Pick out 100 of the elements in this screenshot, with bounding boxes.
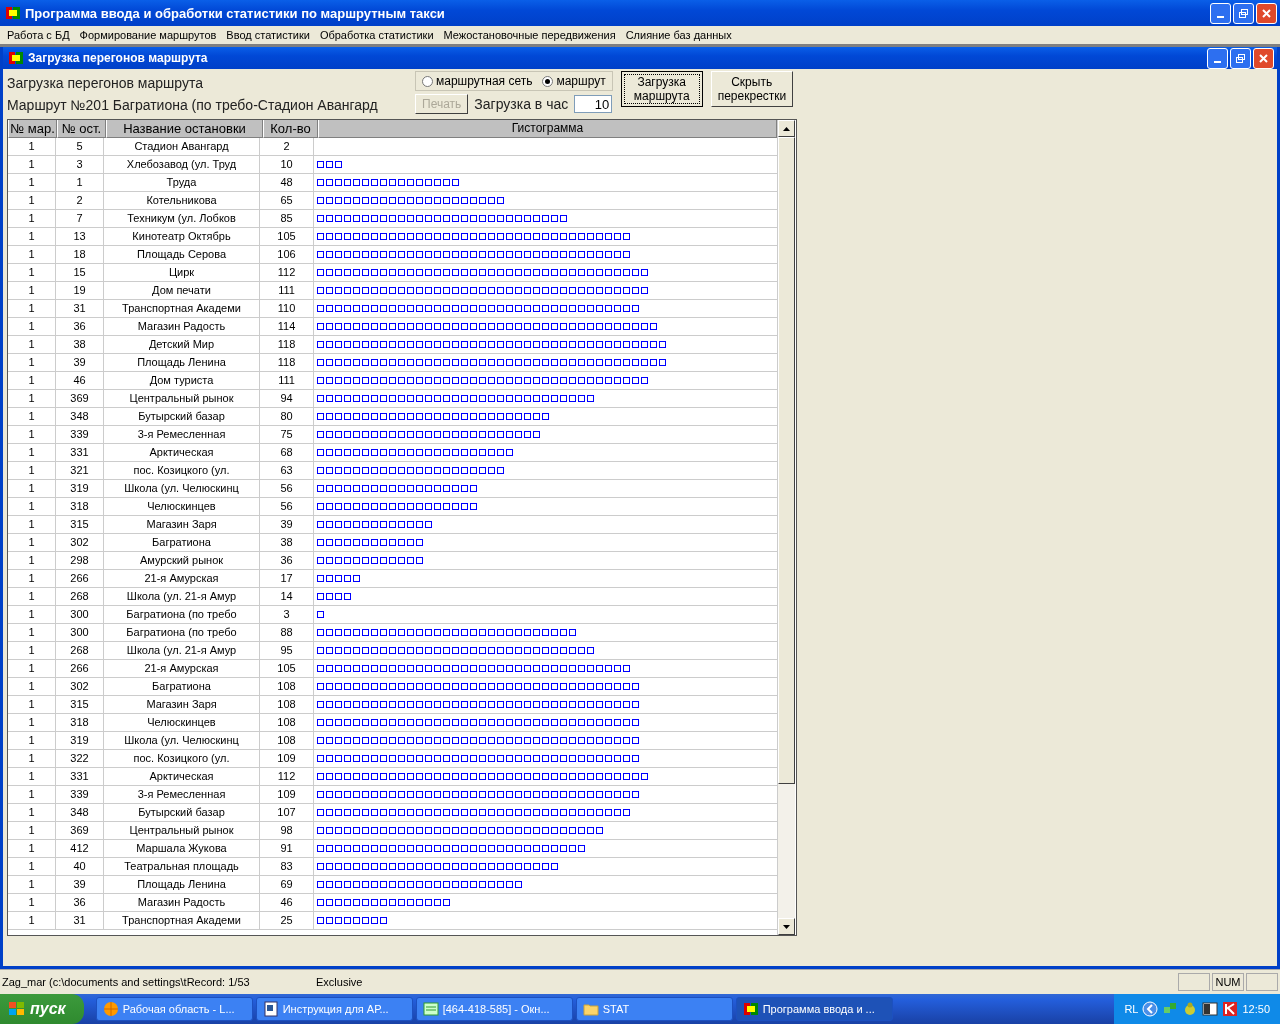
table-cell: 38 <box>260 534 314 551</box>
menu-item[interactable]: Работа с БД <box>2 29 75 41</box>
minimize-button[interactable] <box>1207 47 1228 69</box>
table-cell: 25 <box>260 912 314 929</box>
table-cell: 15 <box>56 264 104 281</box>
taskbar-button[interactable]: [464-418-585] - Окн... <box>415 997 573 1021</box>
restore-button[interactable] <box>1230 47 1251 69</box>
table-cell: 1 <box>8 534 56 551</box>
table-cell: 63 <box>260 462 314 479</box>
form-heading: Загрузка перегонов маршрута <box>7 75 204 91</box>
document-icon <box>262 1001 279 1017</box>
table-cell: Багратиона <box>104 534 260 551</box>
column-header[interactable]: Гистограмма <box>318 120 777 138</box>
table-cell: 46 <box>260 894 314 911</box>
table-cell: 1 <box>8 498 56 515</box>
table-cell: Кинотеатр Октябрь <box>104 228 260 245</box>
table-cell: Школа (ул. 21-я Амур <box>104 642 260 659</box>
radio-option[interactable]: маршрут <box>542 74 606 88</box>
table-cell: 85 <box>260 210 314 227</box>
taskbar-button[interactable]: Инструкция для АР... <box>255 997 413 1021</box>
table-cell: 19 <box>56 282 104 299</box>
chevron-icon[interactable] <box>1142 1001 1159 1017</box>
table-cell: 1 <box>8 588 56 605</box>
column-header[interactable]: Название остановки <box>106 120 263 138</box>
table-cell: 1 <box>8 336 56 353</box>
table-cell: 1 <box>8 210 56 227</box>
radio-option[interactable]: маршрутная сеть <box>422 74 533 88</box>
table-cell: 39 <box>56 876 104 893</box>
taskbar-button[interactable]: Программа ввода и ... <box>735 997 893 1021</box>
table-cell: 348 <box>56 804 104 821</box>
scroll-down-icon[interactable] <box>783 924 790 929</box>
antivirus-icon[interactable] <box>1222 1001 1239 1017</box>
table-cell: 68 <box>260 444 314 461</box>
action-button[interactable]: Скрыть перекрестки <box>710 71 793 107</box>
taskbar-button[interactable]: Рабочая область - L... <box>95 997 253 1021</box>
table-cell: 2 <box>260 138 314 155</box>
table-cell: Магазин Радость <box>104 894 260 911</box>
table-cell: 1 <box>8 660 56 677</box>
table-cell: 298 <box>56 552 104 569</box>
table-cell: 1 <box>8 840 56 857</box>
menu-item[interactable]: Обработка статистики <box>314 29 439 41</box>
column-header[interactable]: Кол-во <box>263 120 318 138</box>
histogram-bar <box>317 575 360 582</box>
table-cell: 46 <box>56 372 104 389</box>
table-cell: 36 <box>56 894 104 911</box>
folder-icon <box>582 1001 599 1017</box>
table-cell: Магазин Радость <box>104 318 260 335</box>
table-cell: 1 <box>8 174 56 191</box>
table-cell: 2 <box>56 192 104 209</box>
menu-item[interactable]: Слияние баз данных <box>620 29 737 41</box>
table-cell: 266 <box>56 570 104 587</box>
table-cell: 108 <box>260 678 314 695</box>
restore-button[interactable] <box>1233 2 1254 24</box>
minimize-button[interactable] <box>1210 2 1231 24</box>
app-icon <box>8 50 24 66</box>
table-cell: Дом печати <box>104 282 260 299</box>
table-cell: 1 <box>8 696 56 713</box>
table-cell: 10 <box>260 156 314 173</box>
scroll-up-icon[interactable] <box>783 126 790 131</box>
table-cell: Хлебозавод (ул. Труд <box>104 156 260 173</box>
table-cell: Дом туриста <box>104 372 260 389</box>
table-cell: Багратиона (по требо <box>104 624 260 641</box>
taskbar-button[interactable]: STAT <box>575 997 733 1021</box>
start-button[interactable]: пуск <box>0 994 84 1024</box>
table-cell: 1 <box>8 138 56 155</box>
table-cell: Амурский рынок <box>104 552 260 569</box>
table-cell: Транспортная Академи <box>104 300 260 317</box>
table-cell: 65 <box>260 192 314 209</box>
close-icon <box>1261 7 1272 19</box>
minimize-icon <box>1217 16 1224 18</box>
table-cell: 31 <box>56 300 104 317</box>
table-cell: 302 <box>56 678 104 695</box>
table-cell: 1 <box>8 786 56 803</box>
table-cell: 1 <box>8 264 56 281</box>
menu-item[interactable]: Формирование маршрутов <box>74 29 222 41</box>
table-cell: 1 <box>8 282 56 299</box>
table-cell: Детский Мир <box>104 336 260 353</box>
table-cell: 107 <box>260 804 314 821</box>
table-cell: 1 <box>8 480 56 497</box>
scrollbar[interactable] <box>777 120 795 935</box>
table-cell: 412 <box>56 840 104 857</box>
action-button[interactable]: Загрузка маршрута <box>620 71 703 107</box>
column-header[interactable]: № ост. <box>57 120 106 138</box>
table-cell: 14 <box>260 588 314 605</box>
menu-item[interactable]: Межостановочные передвижения <box>438 29 621 41</box>
close-button[interactable] <box>1253 47 1274 69</box>
table-cell: 1 <box>8 894 56 911</box>
language-indicator[interactable]: RL <box>1124 1003 1139 1015</box>
status-indicator: NUM <box>1212 973 1244 991</box>
table-cell: Труда <box>104 174 260 191</box>
column-header[interactable]: № мар. <box>8 120 57 138</box>
table-cell: 95 <box>260 642 314 659</box>
table-cell: 1 <box>8 642 56 659</box>
clock: 12:50 <box>1242 1003 1270 1015</box>
close-button[interactable] <box>1256 2 1277 24</box>
load-input-field[interactable]: 10 <box>574 95 613 113</box>
table-cell: 1 <box>8 624 56 641</box>
table-cell: 109 <box>260 750 314 767</box>
menu-item[interactable]: Ввод статистики <box>221 29 315 41</box>
table-cell: 98 <box>260 822 314 839</box>
